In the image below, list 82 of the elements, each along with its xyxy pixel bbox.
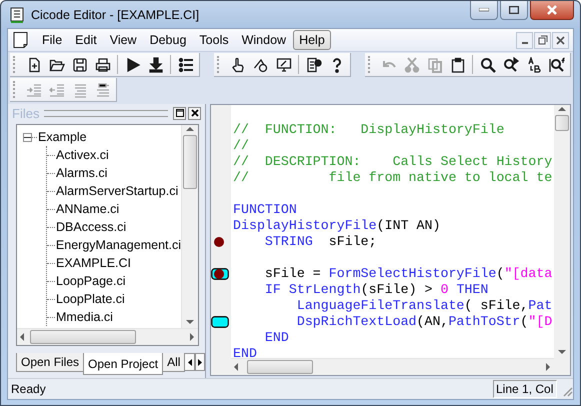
scroll-right-button[interactable] (194, 353, 205, 371)
cursor-position: Line 1, Col (493, 380, 557, 398)
menu-item[interactable]: File (36, 30, 68, 50)
code-line: END (233, 346, 258, 358)
print-icon (94, 56, 110, 72)
close-document-button[interactable] (552, 32, 569, 48)
search-icon (480, 56, 496, 72)
document-icon[interactable] (12, 31, 30, 49)
code-line: sFile = FormSelectHistoryFile("[data (264, 266, 553, 282)
minimize-icon (479, 8, 489, 12)
tab[interactable]: Open Files (16, 353, 84, 372)
monitor-icon (276, 56, 292, 72)
code-line: END (264, 330, 290, 346)
close-icon (546, 5, 558, 15)
help-document-icon (306, 56, 322, 72)
code-line: // FUNCTION: DisplayHistoryFile (233, 122, 506, 138)
outdent-icon (48, 82, 64, 98)
tab[interactable]: Open Project (83, 353, 164, 375)
code-line: LanguageFileTranslate( sFile,Pat (296, 298, 553, 314)
indent-icon (26, 82, 42, 98)
close-icon (190, 109, 198, 117)
tree-item[interactable]: EXAMPLE.CI (56, 256, 132, 270)
find-next-icon (502, 56, 518, 72)
code-line: // (233, 138, 250, 154)
tree-item[interactable]: EnergyManagement.ci (56, 238, 181, 252)
tree-item[interactable]: DBAccess.ci (56, 220, 126, 234)
restore-icon (538, 35, 548, 45)
tree-item[interactable]: Example (38, 130, 87, 144)
search-function-icon (548, 56, 564, 72)
window-icon (176, 109, 184, 117)
code-line: STRING sFile; (264, 234, 378, 250)
code-line: // DESCRIPTION: Calls Select History (233, 154, 553, 170)
vertical-scrollbar[interactable] (181, 125, 198, 328)
maximize-button[interactable] (500, 1, 528, 20)
app-icon (9, 6, 25, 22)
close-button[interactable] (530, 1, 574, 20)
maximize-icon (509, 6, 519, 14)
menu-item[interactable]: View (104, 30, 143, 50)
shape-icon (252, 56, 268, 72)
hand-icon (230, 56, 246, 72)
window-title: Cicode Editor - [EXAMPLE.CI] (31, 8, 200, 22)
list-icon (178, 56, 194, 72)
menu-item[interactable]: Help (293, 30, 331, 50)
minimize-document-button[interactable] (516, 32, 533, 48)
menu-item[interactable]: Tools (193, 30, 235, 50)
resize-grip-icon[interactable] (561, 385, 573, 397)
code-line: DisplayHistoryFile(INT AN) (233, 218, 442, 234)
menu-item[interactable]: Edit (69, 30, 103, 50)
close-icon (556, 36, 565, 44)
replace-icon (526, 56, 542, 72)
tree-item[interactable]: ANName.ci (56, 202, 120, 216)
download-icon (148, 56, 164, 72)
code-line: // file from native to local te (233, 170, 553, 186)
minimize-button[interactable] (470, 1, 498, 20)
restore-document-button[interactable] (534, 32, 551, 48)
menu-item[interactable]: Debug (144, 30, 192, 50)
code-line: FUNCTION (233, 202, 298, 218)
scroll-left-button[interactable] (184, 353, 195, 371)
tab[interactable]: All (162, 353, 186, 372)
tree-item[interactable]: LoopPage.ci (56, 274, 126, 288)
menu-item[interactable]: Window (236, 30, 292, 50)
cut-icon (404, 56, 420, 72)
horizontal-scrollbar[interactable] (17, 328, 198, 345)
tree-item[interactable]: LoopPlate.ci (56, 292, 125, 306)
code-line: DspRichTextLoad(AN,PathToStr("[D (296, 314, 553, 330)
float-button[interactable] (173, 106, 186, 120)
left-arrow-icon (188, 358, 192, 366)
save-icon (72, 56, 88, 72)
close-panel-button[interactable] (188, 106, 201, 120)
code-line: IF StrLength(sFile) > 0 THEN (264, 282, 490, 298)
clipboard-icon (450, 56, 466, 72)
collapse-toggle[interactable] (23, 132, 32, 142)
tree-item[interactable]: AlarmServerStartup.ci (56, 184, 178, 198)
tree-item[interactable]: Mmedia.ci (56, 310, 113, 324)
right-arrow-icon (198, 358, 202, 366)
panel-title: Files (12, 106, 40, 120)
tree-item[interactable]: Activex.ci (56, 148, 109, 162)
comment-icon (94, 82, 110, 98)
play-icon (124, 56, 140, 72)
status-message: Ready (11, 382, 46, 396)
copy-icon (426, 56, 442, 72)
tree-item[interactable]: Alarms.ci (56, 166, 108, 180)
